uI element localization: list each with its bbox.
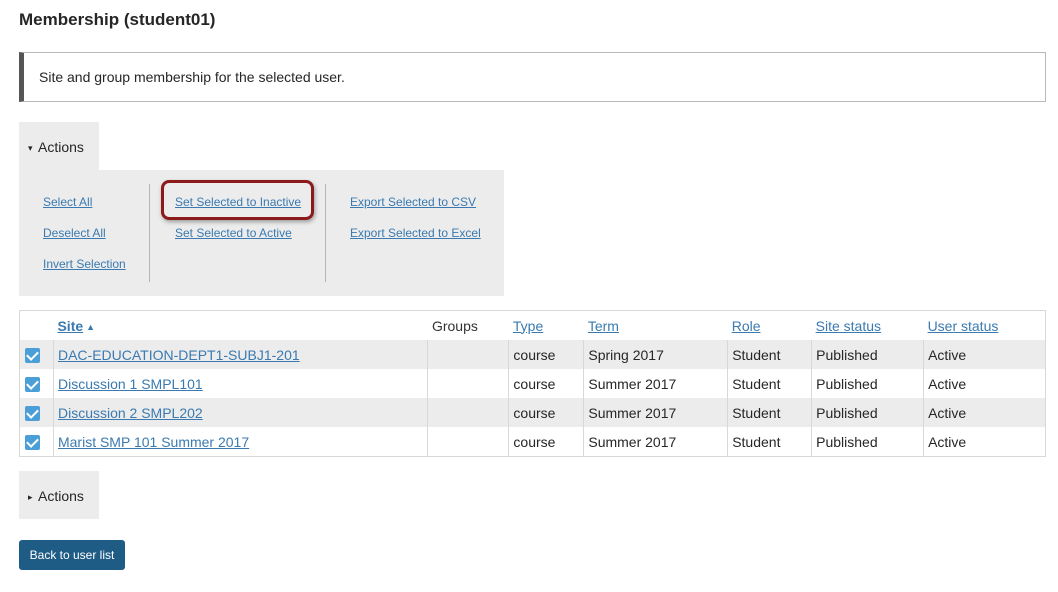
role-cell: Student xyxy=(727,427,812,457)
user-status-cell: Active xyxy=(923,427,1046,457)
caret-down-icon: ▾ xyxy=(28,142,33,153)
term-cell: Summer 2017 xyxy=(583,427,728,457)
term-cell: Summer 2017 xyxy=(583,398,728,427)
type-cell: course xyxy=(508,340,584,369)
groups-column-header: Groups xyxy=(431,317,478,334)
back-to-user-list-button[interactable]: Back to user list xyxy=(19,540,125,570)
row-checkbox[interactable] xyxy=(25,376,40,392)
user-status-cell: Active xyxy=(923,369,1046,398)
membership-table: Site ▲ Groups Type Term Role Site status … xyxy=(19,310,1046,457)
divider xyxy=(325,184,326,282)
role-cell: Student xyxy=(727,340,812,369)
set-selected-active-link[interactable]: Set Selected to Active xyxy=(175,226,292,240)
actions-label: Actions xyxy=(38,488,84,504)
type-cell: course xyxy=(508,369,584,398)
export-excel-link[interactable]: Export Selected to Excel xyxy=(350,226,481,240)
role-sort-link[interactable]: Role xyxy=(732,318,761,334)
site-column-header[interactable]: Site ▲ xyxy=(53,311,428,341)
type-sort-link[interactable]: Type xyxy=(513,318,543,334)
role-column-header[interactable]: Role xyxy=(728,311,812,341)
site-status-cell: Published xyxy=(811,369,924,398)
deselect-all-link[interactable]: Deselect All xyxy=(43,226,106,240)
role-cell: Student xyxy=(727,398,812,427)
divider xyxy=(149,184,150,282)
groups-cell xyxy=(427,369,509,398)
site-status-cell: Published xyxy=(811,340,924,369)
caret-right-icon: ▸ xyxy=(28,491,33,502)
term-cell: Spring 2017 xyxy=(583,340,728,369)
table-row: Discussion 2 SMPL202 course Summer 2017 … xyxy=(19,398,1046,427)
groups-cell xyxy=(427,398,509,427)
type-cell: course xyxy=(508,398,584,427)
table-row: Marist SMP 101 Summer 2017 course Summer… xyxy=(20,427,1046,457)
info-message-text: Site and group membership for the select… xyxy=(39,69,345,85)
actions-label: Actions xyxy=(38,139,84,155)
row-checkbox[interactable] xyxy=(25,347,40,363)
site-status-cell: Published xyxy=(811,427,924,457)
user-status-column-header[interactable]: User status xyxy=(924,311,1046,341)
page-title: Membership (student01) xyxy=(19,10,216,29)
actions-toggle-bottom[interactable]: ▸ Actions xyxy=(19,471,99,519)
table-row: Discussion 1 SMPL101 course Summer 2017 … xyxy=(20,369,1046,398)
actions-panel: Select All Deselect All Invert Selection… xyxy=(19,170,504,296)
table-header-row: Site ▲ Groups Type Term Role Site status … xyxy=(20,311,1046,341)
site-link[interactable]: Marist SMP 101 Summer 2017 xyxy=(58,434,249,450)
term-column-header[interactable]: Term xyxy=(584,311,728,341)
select-all-link[interactable]: Select All xyxy=(43,195,92,209)
set-selected-inactive-link[interactable]: Set Selected to Inactive xyxy=(175,195,301,209)
row-checkbox[interactable] xyxy=(25,405,40,421)
site-link[interactable]: Discussion 1 SMPL101 xyxy=(58,376,203,392)
export-csv-link[interactable]: Export Selected to CSV xyxy=(350,195,476,209)
actions-toggle-top[interactable]: ▾ Actions xyxy=(19,122,99,172)
site-status-column-header[interactable]: Site status xyxy=(812,311,924,341)
sort-ascending-icon: ▲ xyxy=(86,321,96,332)
invert-selection-link[interactable]: Invert Selection xyxy=(43,257,126,271)
groups-cell xyxy=(427,340,509,369)
select-column-header xyxy=(20,311,54,341)
type-cell: course xyxy=(508,427,584,457)
row-checkbox[interactable] xyxy=(25,434,40,450)
term-sort-link[interactable]: Term xyxy=(588,318,619,334)
site-sort-link[interactable]: Site xyxy=(57,318,83,334)
user-status-cell: Active xyxy=(923,398,1046,427)
term-cell: Summer 2017 xyxy=(583,369,728,398)
user-status-cell: Active xyxy=(923,340,1046,369)
site-link[interactable]: DAC-EDUCATION-DEPT1-SUBJ1-201 xyxy=(58,347,300,363)
info-message: Site and group membership for the select… xyxy=(19,52,1046,102)
table-row: DAC-EDUCATION-DEPT1-SUBJ1-201 course Spr… xyxy=(19,340,1046,369)
site-status-cell: Published xyxy=(811,398,924,427)
site-link[interactable]: Discussion 2 SMPL202 xyxy=(58,405,203,421)
role-cell: Student xyxy=(727,369,812,398)
user-status-sort-link[interactable]: User status xyxy=(928,318,999,334)
site-status-sort-link[interactable]: Site status xyxy=(816,318,881,334)
groups-cell xyxy=(427,427,509,457)
type-column-header[interactable]: Type xyxy=(509,311,584,341)
